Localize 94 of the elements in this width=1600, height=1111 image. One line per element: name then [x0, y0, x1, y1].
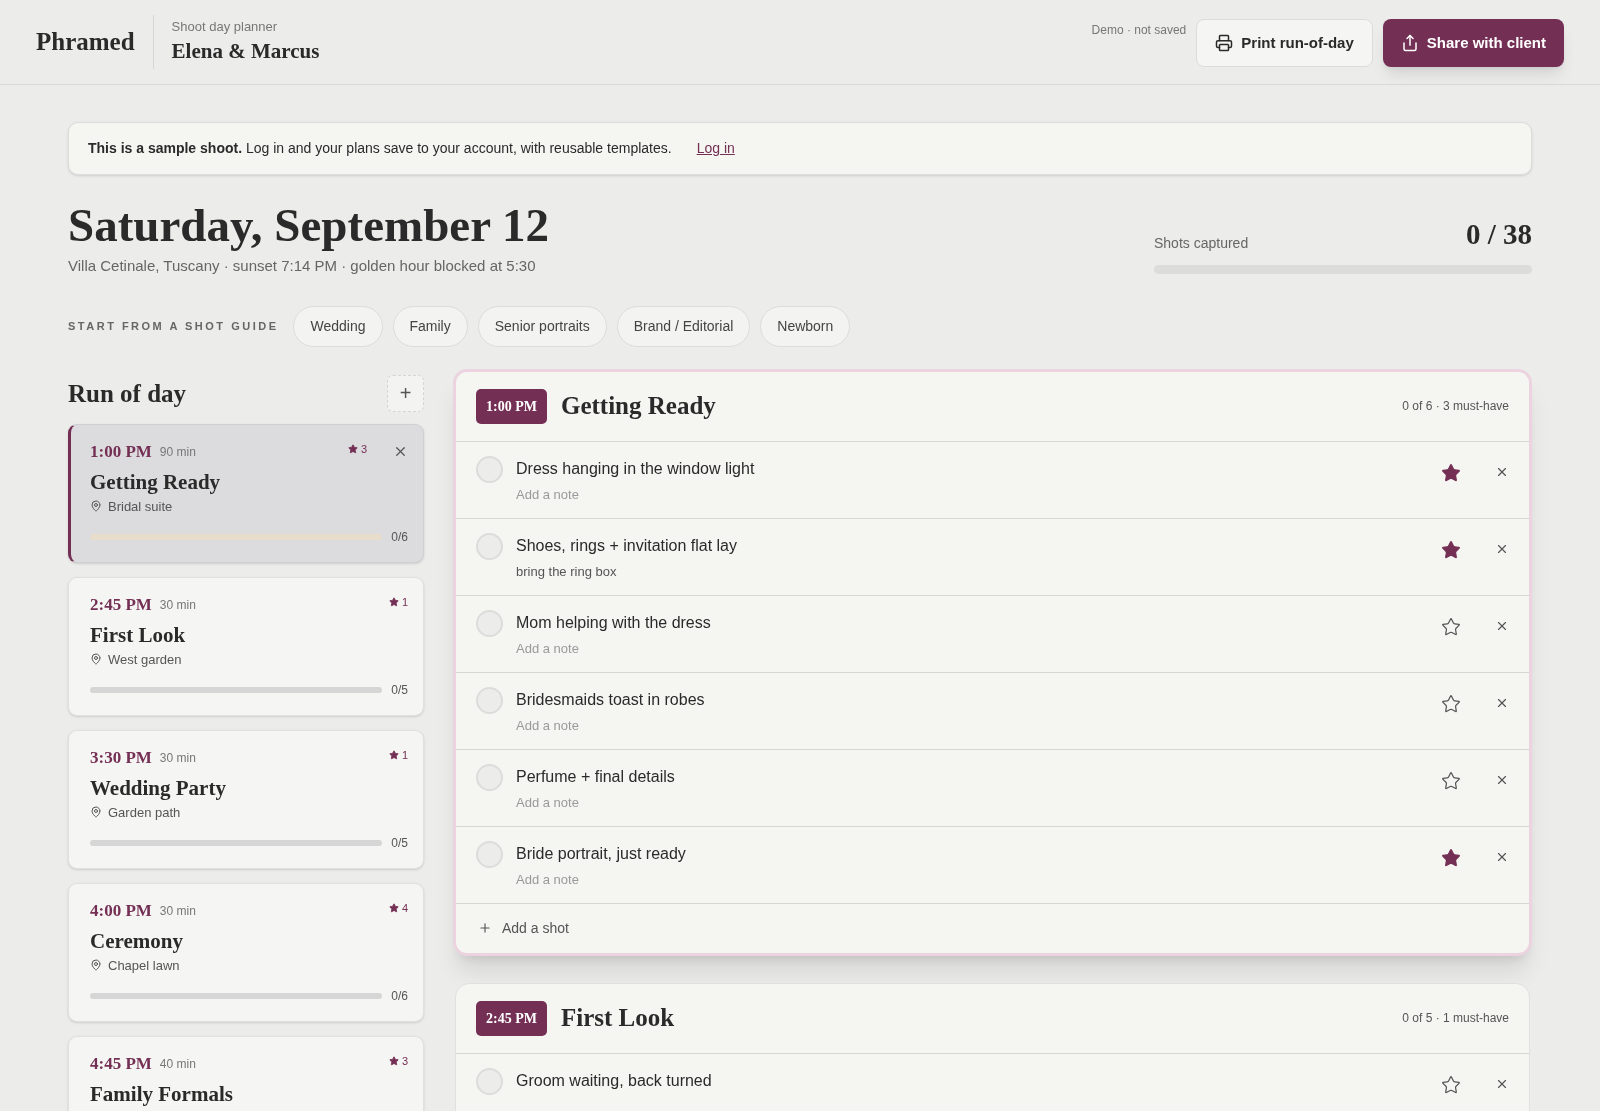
star-icon[interactable] — [1441, 693, 1461, 714]
star-icon[interactable] — [1441, 616, 1461, 637]
card-time: 3:30 PM — [90, 747, 152, 769]
star-icon[interactable] — [1441, 1074, 1461, 1095]
page-subtitle: Shoot day planner — [171, 17, 279, 36]
card-duration: 30 min — [159, 902, 196, 920]
must-have-count: 3 — [347, 440, 367, 457]
shot-checkbox[interactable] — [476, 532, 503, 560]
card-duration: 30 min — [159, 596, 196, 614]
progress-count: 0 / 38 — [1465, 217, 1532, 252]
star-icon — [388, 596, 399, 607]
share-button[interactable]: Share with client — [1382, 19, 1564, 67]
card-location: Bridal suite — [108, 497, 173, 516]
timeline-card[interactable]: 3:30 PM 30 min 1 Wedding Party Garden path 0/5 — [68, 730, 424, 869]
print-button[interactable]: Print run-of-day — [1196, 19, 1373, 67]
shot-note[interactable]: bring the ring box — [516, 561, 737, 581]
card-location: Garden path — [108, 803, 181, 822]
shot-title[interactable]: Shoes, rings + invitation flat lay — [516, 533, 737, 558]
shot-title[interactable]: Mom helping with the dress — [516, 610, 711, 635]
section-title: First Look — [560, 1003, 675, 1034]
save-status: Demo · not saved — [1091, 22, 1187, 39]
guide-chip[interactable]: Newborn — [760, 305, 851, 347]
location-pin-icon — [90, 500, 102, 513]
shot-title[interactable]: Perfume + final details — [516, 764, 675, 789]
printer-icon — [1215, 34, 1234, 52]
notice-text: This is a sample shoot. Log in and your plans save to your account, with reusable templates. — [88, 139, 672, 158]
shot-checkbox[interactable] — [476, 609, 503, 637]
guide-chip[interactable]: Family — [392, 305, 468, 347]
card-title: Family Formals — [90, 1080, 234, 1107]
shot-checkbox[interactable] — [476, 840, 503, 868]
star-icon — [388, 749, 399, 760]
shot-checkbox[interactable] — [476, 1067, 503, 1095]
location-pin-icon — [90, 653, 102, 666]
card-location: Chapel lawn — [108, 956, 180, 975]
star-icon[interactable] — [1441, 770, 1461, 791]
card-duration: 30 min — [159, 749, 196, 767]
card-time: 4:45 PM — [90, 1053, 152, 1075]
shot-title[interactable]: Dress hanging in the window light — [516, 456, 755, 481]
login-link[interactable]: Log in — [696, 138, 735, 159]
card-title: Ceremony — [90, 927, 184, 954]
shot-checkbox[interactable] — [476, 455, 503, 483]
card-location: West garden — [108, 650, 182, 669]
timeline-card[interactable]: 1:00 PM 90 min 3 Getting Ready Bridal suite 0/6 — [68, 424, 424, 563]
must-have-count: 1 — [388, 593, 408, 610]
must-have-count: 3 — [388, 1052, 408, 1069]
add-block-button[interactable]: + — [387, 374, 424, 412]
card-time: 1:00 PM — [90, 441, 152, 463]
card-count: 0/6 — [391, 988, 408, 1005]
star-icon — [388, 1055, 399, 1066]
shot-title[interactable]: Groom waiting, back turned — [516, 1068, 712, 1093]
shot-checkbox[interactable] — [476, 686, 503, 714]
time-badge: 2:45 PM — [476, 1000, 547, 1036]
card-count: 0/5 — [391, 835, 408, 852]
card-title: Wedding Party — [90, 774, 227, 801]
plus-icon — [478, 921, 492, 935]
section-title: Getting Ready — [560, 391, 716, 422]
section-summary: 0 of 6 · 3 must-have — [1402, 398, 1509, 415]
card-title: Getting Ready — [90, 468, 222, 495]
shot-title[interactable]: Bride portrait, just ready — [516, 841, 686, 866]
card-duration: 40 min — [159, 1055, 196, 1073]
card-title: First Look — [90, 621, 187, 648]
add-shot-button[interactable]: Add a shot — [456, 903, 1529, 953]
guide-label: START FROM A SHOT GUIDE — [68, 318, 279, 334]
shoot-title: Elena & Marcus — [171, 38, 320, 65]
shot-checkbox[interactable] — [476, 763, 503, 791]
star-icon[interactable] — [1441, 539, 1461, 560]
card-count: 0/5 — [391, 682, 408, 699]
day-heading: Saturday, September 12 — [68, 198, 549, 253]
timeline-card[interactable]: 2:45 PM 30 min 1 First Look West garden 0/5 — [68, 577, 424, 716]
card-time: 4:00 PM — [90, 900, 152, 922]
guide-chip[interactable]: Brand / Editorial — [616, 305, 751, 347]
guide-chip[interactable]: Senior portraits — [477, 305, 607, 347]
star-icon[interactable] — [1441, 847, 1461, 868]
shot-title[interactable]: Bridesmaids toast in robes — [516, 687, 705, 712]
progress-label: Shots captured — [1154, 233, 1249, 253]
share-icon — [1400, 34, 1419, 52]
brand-logo[interactable]: Phramed — [36, 15, 154, 69]
card-time: 2:45 PM — [90, 594, 152, 616]
day-details: Villa Cetinale, Tuscany · sunset 7:14 PM · golden hour blocked at 5:30 — [68, 256, 537, 276]
time-badge: 1:00 PM — [476, 388, 547, 424]
location-pin-icon — [90, 959, 102, 972]
star-icon — [347, 443, 358, 454]
card-count: 0/6 — [391, 529, 408, 546]
section-summary: 0 of 5 · 1 must-have — [1402, 1010, 1509, 1027]
location-pin-icon — [90, 806, 102, 819]
card-duration: 90 min — [159, 443, 196, 461]
must-have-count: 4 — [388, 899, 408, 916]
star-icon — [388, 902, 399, 913]
must-have-count: 1 — [388, 746, 408, 763]
star-icon[interactable] — [1441, 462, 1461, 483]
timeline-card[interactable]: 4:00 PM 30 min 4 Ceremony Chapel lawn 0/6 — [68, 883, 424, 1022]
timeline-card[interactable]: 4:45 PM 40 min 3 Family Formals — [68, 1036, 424, 1111]
guide-chip[interactable]: Wedding — [293, 305, 383, 347]
run-of-day-heading: Run of day — [68, 378, 187, 409]
